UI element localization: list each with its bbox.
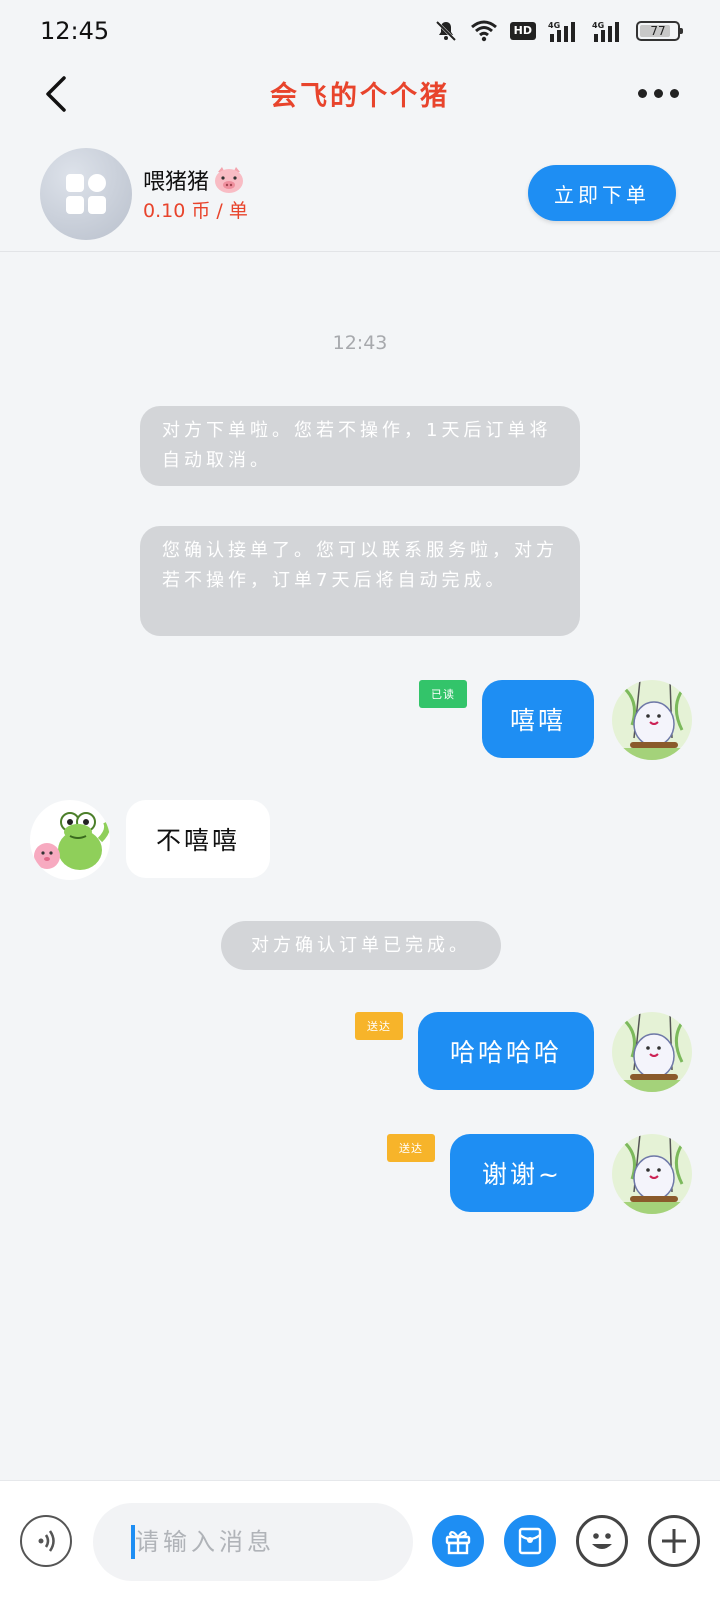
voice-button[interactable] (20, 1515, 72, 1567)
status-icons: HD 4G 4G 77 (434, 19, 683, 43)
delivered-status-badge: 送达 (355, 1012, 403, 1040)
contact-avatar[interactable] (30, 800, 110, 880)
chevron-left-icon (46, 76, 66, 112)
service-name-text: 喂猪猪 (143, 170, 210, 195)
more-dot (670, 88, 679, 98)
read-status-badge: 已读 (419, 680, 467, 708)
system-message: 对方确认订单已完成。 (221, 921, 501, 970)
apps-icon (66, 174, 84, 192)
battery-level: 77 (650, 24, 666, 38)
system-message: 您确认接单了。您可以联系服务啦，对方若不操作，订单7天后将自动完成。 (140, 526, 580, 636)
status-time: 12:45 (40, 17, 110, 45)
my-avatar[interactable] (612, 1134, 692, 1214)
system-message: 对方下单啦。您若不操作，1天后订单将自动取消。 (140, 406, 580, 486)
message-bubble-incoming[interactable]: 不嘻嘻 (126, 800, 270, 878)
apps-icon-square (88, 196, 106, 214)
signal-4g-icon: 4G (548, 20, 580, 42)
voice-icon (38, 1530, 55, 1552)
service-name: 喂猪猪 (143, 164, 245, 196)
red-packet-icon (518, 1527, 542, 1555)
my-avatar[interactable] (612, 680, 692, 760)
plus-icon (662, 1529, 686, 1553)
red-packet-button[interactable] (504, 1515, 556, 1567)
battery-icon: 77 (636, 21, 683, 41)
input-bar (0, 1480, 720, 1600)
status-bar: 12:45 HD 4G 4G 77 (0, 0, 720, 62)
emoji-icon (592, 1533, 612, 1549)
my-avatar[interactable] (612, 1012, 692, 1092)
chat-timestamp: 12:43 (332, 332, 388, 354)
pig-face-icon (213, 166, 245, 194)
text-cursor (131, 1525, 135, 1559)
more-button[interactable] (638, 82, 682, 104)
service-card: 喂猪猪 0.10 币 / 单 立即下单 (0, 124, 720, 252)
message-input[interactable] (93, 1503, 413, 1581)
more-dot (654, 88, 663, 98)
page-title: 会飞的个个猪 (270, 80, 450, 112)
apps-icon-circle (88, 174, 106, 192)
gift-icon (445, 1530, 471, 1555)
delivered-status-badge: 送达 (387, 1134, 435, 1162)
nav-bar: 会飞的个个猪 (0, 62, 720, 124)
message-bubble-outgoing[interactable]: 谢谢~ (450, 1134, 594, 1212)
order-now-button[interactable]: 立即下单 (528, 165, 676, 221)
more-actions-button[interactable] (648, 1515, 700, 1567)
back-button[interactable] (40, 74, 76, 114)
gift-button[interactable] (432, 1515, 484, 1567)
service-price: 0.10 币 / 单 (143, 200, 248, 222)
svg-text:4G: 4G (548, 21, 560, 30)
hd-icon: HD (509, 22, 536, 40)
mute-bell-icon (434, 19, 458, 43)
message-bubble-outgoing[interactable]: 嘻嘻 (482, 680, 594, 758)
service-avatar[interactable] (40, 148, 132, 240)
apps-icon-square (66, 196, 84, 214)
message-bubble-outgoing[interactable]: 哈哈哈哈 (418, 1012, 594, 1090)
signal-4g-icon: 4G (592, 20, 624, 42)
more-dots-icon (638, 88, 647, 98)
svg-text:4G: 4G (592, 21, 604, 30)
wifi-icon (470, 20, 498, 42)
emoji-button[interactable] (576, 1515, 628, 1567)
